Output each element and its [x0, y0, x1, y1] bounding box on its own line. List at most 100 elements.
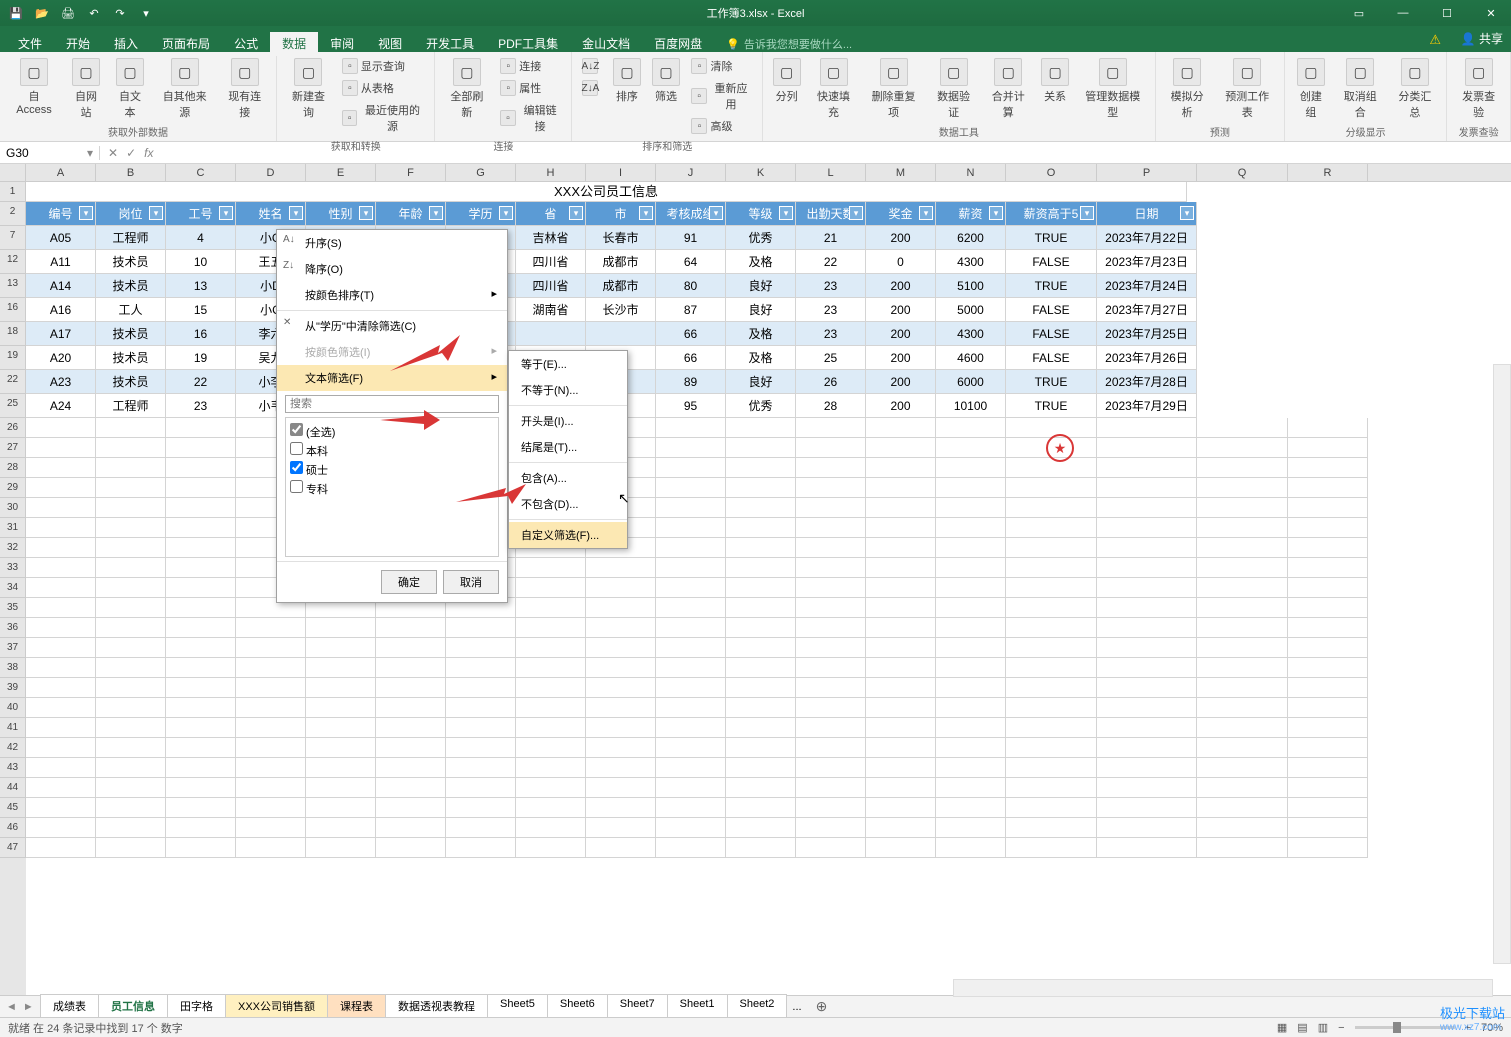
empty-row[interactable] — [26, 838, 1511, 858]
row-header[interactable]: 12 — [0, 250, 26, 274]
col-header[interactable]: Q — [1197, 164, 1288, 181]
table-cell[interactable]: 200 — [866, 346, 936, 370]
filter-value-item[interactable]: 硕士 — [290, 460, 494, 479]
col-header[interactable]: F — [376, 164, 446, 181]
table-cell[interactable]: 良好 — [726, 370, 796, 394]
table-cell[interactable]: 89 — [656, 370, 726, 394]
vertical-scrollbar[interactable] — [1493, 364, 1511, 964]
name-box[interactable]: G30▾ — [0, 146, 100, 160]
table-cell[interactable]: 64 — [656, 250, 726, 274]
tab-PDF工具集[interactable]: PDF工具集 — [486, 32, 570, 56]
ribbon-btn-分类汇总[interactable]: ▢分类汇总 — [1390, 56, 1441, 122]
table-cell[interactable]: 四川省 — [516, 274, 586, 298]
empty-row[interactable] — [26, 658, 1511, 678]
sheet-tab-Sheet1[interactable]: Sheet1 — [667, 994, 728, 1019]
row-header[interactable]: 35 — [0, 598, 26, 618]
row-header[interactable]: 26 — [0, 418, 26, 438]
filter-button[interactable]: ▾ — [569, 206, 583, 220]
ribbon-btn-现有连接[interactable]: ▢现有连接 — [219, 56, 270, 122]
table-cell[interactable]: 优秀 — [726, 394, 796, 418]
table-cell[interactable]: 工程师 — [96, 226, 166, 250]
table-cell[interactable]: A24 — [26, 394, 96, 418]
table-cell[interactable]: 19 — [166, 346, 236, 370]
ribbon-btn-快速填充[interactable]: ▢快速填充 — [808, 56, 859, 122]
table-cell[interactable]: 200 — [866, 226, 936, 250]
ribbon-btn-最近使用的源[interactable]: ▫最近使用的源 — [338, 100, 429, 136]
cancel-fx-icon[interactable]: ✕ — [108, 146, 118, 160]
sheet-tab-XXX公司销售额[interactable]: XXX公司销售额 — [225, 994, 328, 1019]
filter-button[interactable]: ▾ — [1180, 206, 1194, 220]
row-header[interactable]: 31 — [0, 518, 26, 538]
col-header[interactable]: O — [1006, 164, 1097, 181]
empty-row[interactable] — [26, 498, 1511, 518]
view-normal-icon[interactable]: ▦ — [1277, 1021, 1287, 1034]
empty-row[interactable] — [26, 558, 1511, 578]
sheet-tab-Sheet6[interactable]: Sheet6 — [547, 994, 608, 1019]
qat-more-icon[interactable]: ▾ — [138, 5, 154, 21]
empty-row[interactable] — [26, 478, 1511, 498]
row-header[interactable]: 32 — [0, 538, 26, 558]
ribbon-btn-编辑链接[interactable]: ▫编辑链接 — [496, 100, 565, 136]
ribbon-btn-自其他来源[interactable]: ▢自其他来源 — [154, 56, 215, 122]
table-cell[interactable]: 200 — [866, 322, 936, 346]
sheet-tab-Sheet5[interactable]: Sheet5 — [487, 994, 548, 1019]
table-cell[interactable]: A17 — [26, 322, 96, 346]
table-cell[interactable]: 技术员 — [96, 322, 166, 346]
print-icon[interactable]: 🖨 — [60, 5, 76, 21]
row-header[interactable]: 27 — [0, 438, 26, 458]
col-header[interactable]: L — [796, 164, 866, 181]
row-header[interactable]: 40 — [0, 698, 26, 718]
table-cell[interactable]: 2023年7月23日 — [1097, 250, 1197, 274]
row-header[interactable]: 28 — [0, 458, 26, 478]
table-cell[interactable]: 200 — [866, 298, 936, 322]
table-cell[interactable]: 良好 — [726, 274, 796, 298]
sheets-more[interactable]: ... — [786, 1001, 807, 1013]
table-cell[interactable]: TRUE — [1006, 394, 1097, 418]
enter-fx-icon[interactable]: ✓ — [126, 146, 136, 160]
row-header[interactable]: 43 — [0, 758, 26, 778]
sort-by-color-item[interactable]: 按颜色排序(T)▸ — [277, 282, 507, 308]
empty-row[interactable] — [26, 518, 1511, 538]
horizontal-scrollbar[interactable] — [953, 979, 1493, 997]
sheet-nav-next-icon[interactable]: ► — [23, 1001, 34, 1013]
filter-button[interactable]: ▾ — [429, 206, 443, 220]
table-cell[interactable] — [516, 322, 586, 346]
row-header[interactable]: 45 — [0, 798, 26, 818]
ribbon-btn-排序[interactable]: ▢排序 — [609, 56, 644, 106]
table-cell[interactable]: 87 — [656, 298, 726, 322]
row-header[interactable]: 37 — [0, 638, 26, 658]
table-cell[interactable]: 成都市 — [586, 274, 656, 298]
save-icon[interactable]: 💾 — [8, 5, 24, 21]
tab-视图[interactable]: 视图 — [366, 32, 414, 56]
empty-row[interactable] — [26, 578, 1511, 598]
row-header[interactable]: 47 — [0, 838, 26, 858]
ribbon-btn-自文本[interactable]: ▢自文本 — [110, 56, 150, 122]
filter-button[interactable]: ▾ — [499, 206, 513, 220]
submenu-item[interactable]: 不等于(N)... — [509, 377, 627, 403]
table-cell[interactable]: 66 — [656, 322, 726, 346]
table-cell[interactable]: A11 — [26, 250, 96, 274]
filter-button[interactable]: ▾ — [149, 206, 163, 220]
table-cell[interactable]: 5000 — [936, 298, 1006, 322]
ribbon-btn-模拟分析[interactable]: ▢模拟分析 — [1162, 56, 1213, 122]
minimize-icon[interactable]: ― — [1383, 0, 1423, 26]
ribbon-btn-从表格[interactable]: ▫从表格 — [338, 78, 429, 98]
empty-row[interactable] — [26, 738, 1511, 758]
filter-button[interactable]: ▾ — [219, 206, 233, 220]
sheet-tab-Sheet7[interactable]: Sheet7 — [607, 994, 668, 1019]
filter-button[interactable]: ▾ — [709, 206, 723, 220]
submenu-item[interactable]: 自定义筛选(F)... — [509, 522, 627, 548]
table-cell[interactable]: 2023年7月28日 — [1097, 370, 1197, 394]
sort-asc-item[interactable]: A↓升序(S) — [277, 230, 507, 256]
table-cell[interactable]: 22 — [166, 370, 236, 394]
empty-row[interactable] — [26, 758, 1511, 778]
row-header[interactable]: 33 — [0, 558, 26, 578]
table-cell[interactable]: 95 — [656, 394, 726, 418]
empty-row[interactable] — [26, 538, 1511, 558]
empty-row[interactable] — [26, 638, 1511, 658]
table-cell[interactable]: 28 — [796, 394, 866, 418]
ribbon-btn-自网站[interactable]: ▢自网站 — [66, 56, 106, 122]
table-cell[interactable]: 湖南省 — [516, 298, 586, 322]
tab-文件[interactable]: 文件 — [6, 32, 54, 56]
row-header[interactable]: 13 — [0, 274, 26, 298]
